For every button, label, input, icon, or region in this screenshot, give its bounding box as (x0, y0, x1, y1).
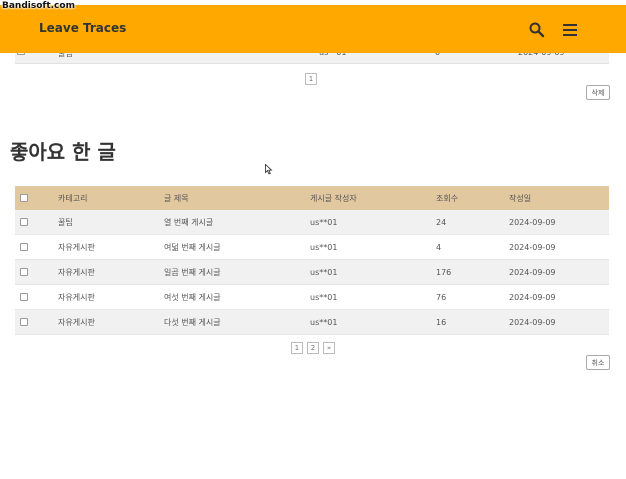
row-views: 176 (436, 259, 509, 285)
liked-posts-table: 카테고리 글 제목 게시글 작성자 조회수 작성일 꿀팁 열 번째 게시글 us… (15, 186, 609, 335)
column-header: 카테고리 (58, 186, 164, 210)
row-category: 꿀팁 (58, 210, 164, 235)
row-author: us**01 (310, 210, 436, 235)
row-date: 2024-09-09 (509, 259, 609, 285)
row-author: us**01 (310, 309, 436, 335)
top-header: Leave Traces (0, 5, 626, 53)
table-row[interactable]: 자유게시판 여섯 번째 게시글 us**01 76 2024-09-09 (15, 284, 609, 310)
delete-button[interactable]: 삭제 (586, 85, 610, 100)
row-checkbox[interactable] (20, 268, 28, 276)
search-icon[interactable] (528, 21, 546, 39)
row-checkbox[interactable] (20, 318, 28, 326)
row-views: 76 (436, 284, 509, 310)
row-category: 자유게시판 (58, 284, 164, 310)
row-checkbox[interactable] (20, 218, 28, 226)
row-date: 2024-09-09 (509, 210, 609, 235)
row-author: us**01 (310, 259, 436, 285)
menu-icon[interactable] (562, 21, 578, 39)
row-author: us**01 (310, 284, 436, 310)
section-title: 좋아요 한 글 (10, 140, 116, 164)
column-header: 게시글 작성자 (310, 186, 436, 210)
row-title[interactable]: 여섯 번째 게시글 (164, 284, 310, 310)
table-row[interactable]: 자유게시판 여덟 번째 게시글 us**01 4 2024-09-09 (15, 234, 609, 260)
row-views: 24 (436, 210, 509, 235)
row-category: 자유게시판 (58, 259, 164, 285)
select-all-checkbox[interactable] (20, 194, 28, 202)
column-header: 글 제목 (164, 186, 310, 210)
row-category: 자유게시판 (58, 234, 164, 260)
row-title[interactable]: 열 번째 게시글 (164, 210, 310, 235)
pagination: 1 (305, 73, 317, 85)
table-row[interactable]: 자유게시판 일곱 번째 게시글 us**01 176 2024-09-09 (15, 259, 609, 285)
mouse-cursor-icon (265, 164, 273, 175)
row-checkbox[interactable] (20, 243, 28, 251)
page-1-button[interactable]: 1 (291, 342, 303, 354)
table-row[interactable]: 자유게시판 다섯 번째 게시글 us**01 16 2024-09-09 (15, 309, 609, 335)
row-views: 16 (436, 309, 509, 335)
watermark: Bandisoft.com (2, 1, 75, 11)
row-date: 2024-09-09 (509, 309, 609, 335)
row-views: 4 (436, 234, 509, 260)
page-2-button[interactable]: 2 (307, 342, 319, 354)
table-header-row: 카테고리 글 제목 게시글 작성자 조회수 작성일 (15, 186, 609, 210)
row-checkbox[interactable] (20, 293, 28, 301)
page-1-button[interactable]: 1 (305, 73, 317, 85)
pagination: 1 2 » (291, 342, 335, 354)
cancel-button[interactable]: 취소 (586, 355, 610, 370)
next-page-button[interactable]: » (323, 342, 335, 354)
row-date: 2024-09-09 (509, 284, 609, 310)
row-category: 자유게시판 (58, 309, 164, 335)
column-header: 조회수 (436, 186, 509, 210)
table-row[interactable]: 꿀팁 열 번째 게시글 us**01 24 2024-09-09 (15, 210, 609, 235)
row-title[interactable]: 다섯 번째 게시글 (164, 309, 310, 335)
row-author: us**01 (310, 234, 436, 260)
app-title[interactable]: Leave Traces (39, 21, 126, 35)
row-date: 2024-09-09 (509, 234, 609, 260)
column-header: 작성일 (509, 186, 609, 210)
row-title[interactable]: 일곱 번째 게시글 (164, 259, 310, 285)
row-title[interactable]: 여덟 번째 게시글 (164, 234, 310, 260)
